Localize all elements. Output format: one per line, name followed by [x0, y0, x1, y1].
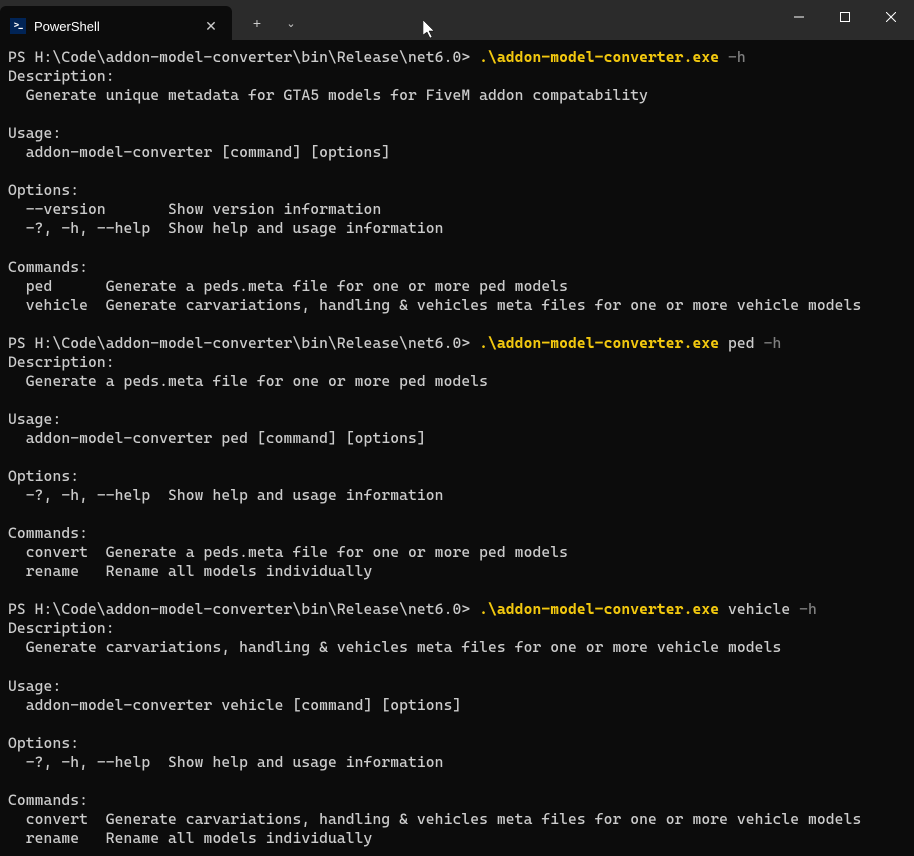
output-block: Description: Generate carvariations, han… — [8, 619, 861, 847]
subcmd-text: vehicle — [728, 600, 790, 618]
prompt-text: PS H:\Code\addon-model-converter\bin\Rel… — [8, 334, 470, 352]
arg-text: -h — [728, 48, 746, 66]
executable-text: .\addon-model-converter.exe — [479, 600, 719, 618]
tab-title: PowerShell — [34, 19, 194, 34]
executable-text: .\addon-model-converter.exe — [479, 48, 719, 66]
executable-text: .\addon-model-converter.exe — [479, 334, 719, 352]
close-window-button[interactable] — [868, 0, 914, 34]
tab-actions: + ⌄ — [232, 6, 308, 40]
tab-powershell[interactable]: PowerShell ✕ — [0, 6, 232, 46]
titlebar: PowerShell ✕ + ⌄ — [0, 0, 914, 40]
minimize-button[interactable] — [776, 0, 822, 34]
tab-dropdown-button[interactable]: ⌄ — [274, 6, 308, 40]
powershell-icon — [10, 18, 26, 34]
arg-text: -h — [764, 334, 782, 352]
mouse-cursor-icon — [423, 20, 437, 40]
new-tab-button[interactable]: + — [240, 6, 274, 40]
arg-text: -h — [799, 600, 817, 618]
output-block: Description: Generate unique metadata fo… — [8, 67, 861, 314]
prompt-text: PS H:\Code\addon-model-converter\bin\Rel… — [8, 48, 470, 66]
maximize-button[interactable] — [822, 0, 868, 34]
prompt-text: PS H:\Code\addon-model-converter\bin\Rel… — [8, 600, 470, 618]
close-tab-button[interactable]: ✕ — [202, 17, 220, 35]
terminal-output[interactable]: PS H:\Code\addon-model-converter\bin\Rel… — [0, 40, 914, 856]
output-block: Description: Generate a peds.meta file f… — [8, 353, 568, 581]
subcmd-text: ped — [728, 334, 755, 352]
window-controls — [776, 0, 914, 34]
